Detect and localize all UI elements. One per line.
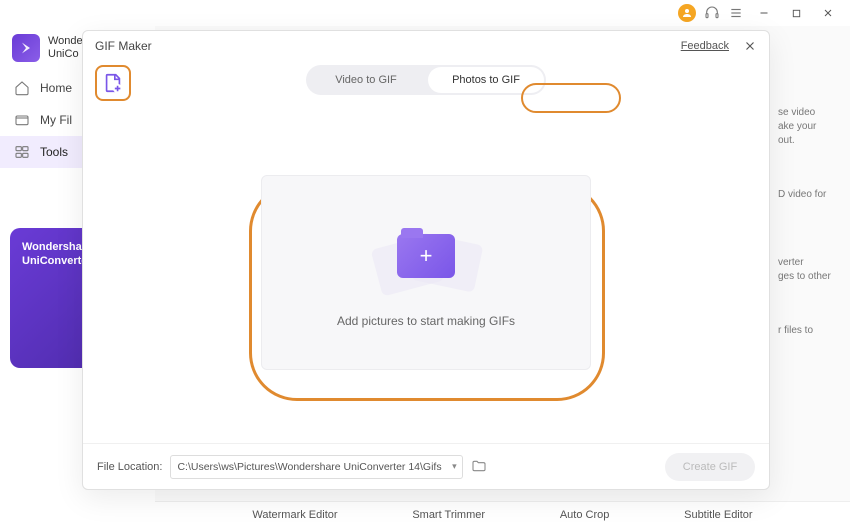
modal-header: GIF Maker Feedback (83, 31, 769, 61)
add-folder-icon: + (397, 234, 455, 278)
folder-icon (471, 458, 487, 474)
modal-footer: File Location: C:\Users\ws\Pictures\Wond… (83, 443, 769, 489)
menu-icon[interactable] (728, 5, 744, 21)
bg-card-stubs: se video ake your out. D video for verte… (778, 106, 838, 338)
create-gif-button[interactable]: Create GIF (665, 453, 755, 481)
brand-text: Wonde UniCo (48, 35, 83, 61)
home-icon (14, 80, 30, 96)
modal-toolbar: Video to GIF Photos to GIF (83, 61, 769, 101)
close-button[interactable] (816, 1, 840, 25)
folder-illustration: + (371, 216, 481, 296)
dropzone-container: + Add pictures to start making GIFs (83, 101, 769, 443)
brand-line2: UniCo (48, 48, 83, 61)
dropzone[interactable]: + Add pictures to start making GIFs (261, 175, 591, 370)
bg-card: verter ges to other (778, 242, 838, 284)
bg-card: D video for (778, 188, 838, 202)
headset-icon[interactable] (704, 5, 720, 21)
tool-auto-crop[interactable]: Auto Crop (560, 509, 610, 521)
file-location-value: C:\Users\ws\Pictures\Wondershare UniConv… (177, 461, 441, 473)
file-location-label: File Location: (97, 461, 162, 473)
gif-maker-modal: GIF Maker Feedback Video to GIF Photos t… (82, 30, 770, 490)
tools-icon (14, 144, 30, 160)
add-file-button[interactable] (95, 65, 131, 101)
user-avatar[interactable] (678, 4, 696, 22)
tool-watermark[interactable]: Watermark Editor (252, 509, 337, 521)
tab-video-to-gif[interactable]: Video to GIF (306, 65, 426, 95)
bottom-tools: Watermark Editor Smart Trimmer Auto Crop… (155, 501, 850, 527)
chevron-down-icon[interactable]: ▾ (452, 461, 457, 472)
brand-logo-icon (12, 34, 40, 62)
maximize-button[interactable] (784, 1, 808, 25)
modal-title: GIF Maker (95, 39, 152, 53)
sidebar-item-label: My Fil (40, 113, 72, 127)
bg-card: r files to (778, 324, 838, 338)
titlebar (0, 0, 850, 26)
brand-line1: Wonde (48, 35, 83, 48)
browse-folder-button[interactable] (471, 458, 489, 476)
mode-tabs: Video to GIF Photos to GIF (306, 65, 546, 95)
sidebar-item-label: Home (40, 81, 72, 95)
minimize-button[interactable] (752, 1, 776, 25)
feedback-link[interactable]: Feedback (681, 40, 729, 52)
file-location-input[interactable]: C:\Users\ws\Pictures\Wondershare UniConv… (170, 455, 462, 479)
sidebar-item-label: Tools (40, 145, 68, 159)
tool-smart-trimmer[interactable]: Smart Trimmer (412, 509, 485, 521)
modal-close-button[interactable] (743, 39, 757, 53)
tool-subtitle-editor[interactable]: Subtitle Editor (684, 509, 752, 521)
files-icon (14, 112, 30, 128)
bg-card: se video ake your out. (778, 106, 838, 148)
dropzone-text: Add pictures to start making GIFs (337, 314, 515, 328)
tab-photos-to-gif[interactable]: Photos to GIF (428, 67, 544, 93)
add-file-icon (102, 72, 124, 94)
